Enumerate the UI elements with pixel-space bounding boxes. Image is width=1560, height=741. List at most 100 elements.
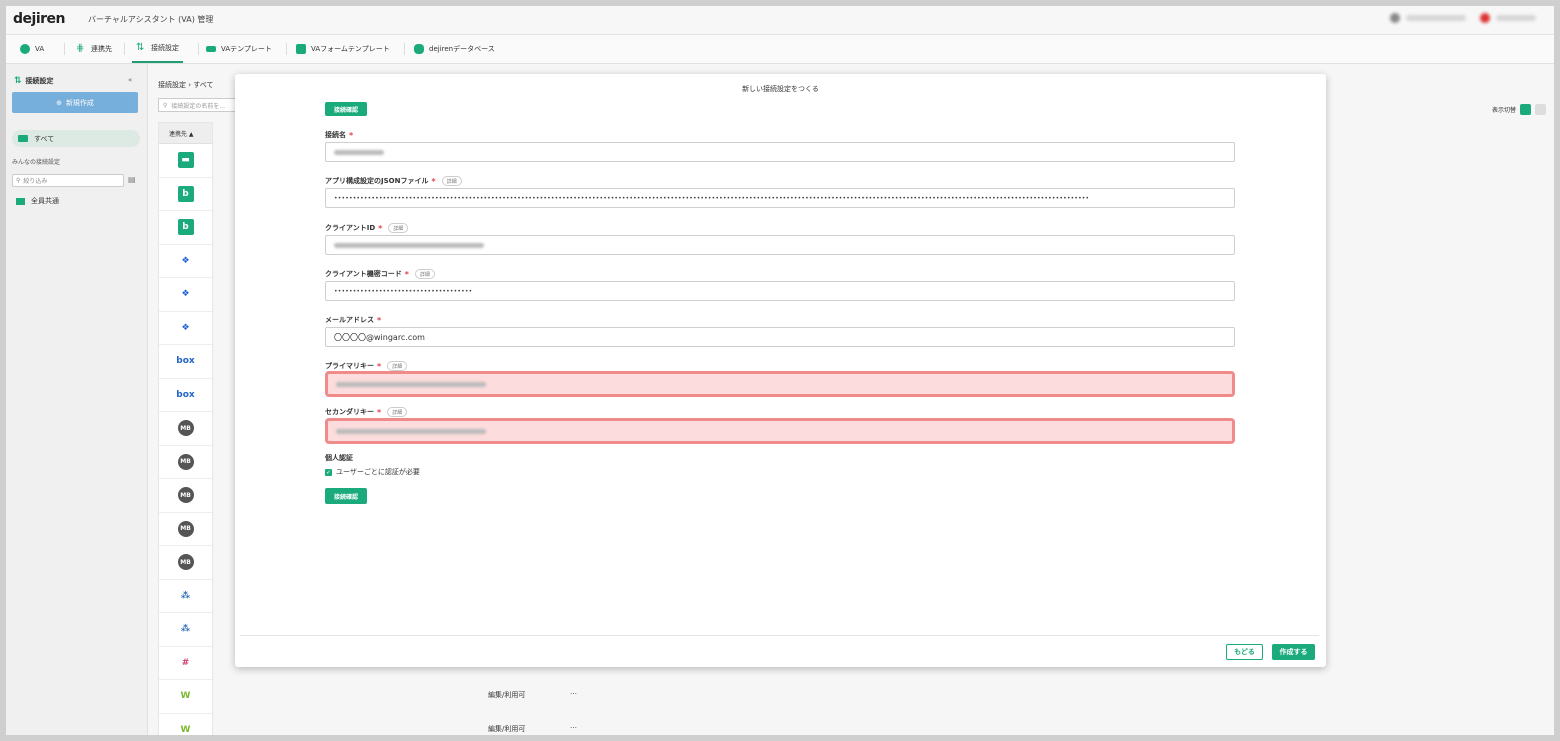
row-menu-icon[interactable]: … bbox=[570, 688, 577, 696]
user-menu[interactable] bbox=[1390, 12, 1540, 26]
sidebar-item-all[interactable]: すべて bbox=[12, 130, 140, 147]
link-icon: ⋕ bbox=[76, 43, 85, 54]
test-connection-button-top[interactable]: 接続確認 bbox=[325, 102, 367, 116]
tab-template-label: VAテンプレート bbox=[221, 45, 272, 53]
table-row[interactable]: ❖ bbox=[159, 312, 212, 345]
primary-key-label-text: プライマリキー bbox=[325, 362, 374, 370]
chat-icon: ▬ bbox=[177, 152, 194, 169]
search-icon: ⚲ bbox=[16, 177, 21, 184]
filter-folder-icon[interactable]: ▤ bbox=[128, 175, 136, 184]
new-button-label: 新規作成 bbox=[65, 98, 94, 107]
email-input[interactable]: 〇〇〇〇@wingarc.com bbox=[325, 327, 1235, 347]
test-connection-button[interactable]: 接続確認 bbox=[325, 488, 367, 504]
detail-link[interactable]: 詳細 bbox=[388, 223, 409, 233]
per-user-auth-checkbox-row[interactable]: ✓ ユーザーごとに認証が必要 bbox=[325, 467, 420, 477]
app-header: dejiren バーチャルアシスタント (VA) 管理 bbox=[6, 6, 1554, 35]
tab-database[interactable]: dejirenデータベース bbox=[414, 35, 495, 63]
json-label-text: アプリ構成設定のJSONファイル bbox=[325, 177, 429, 185]
sidebar: ⇅ 接続設定 « ⊕ 新規作成 すべて みんなの接続設定 ⚲ 絞り込み ▤ 全員… bbox=[6, 64, 148, 735]
w-icon: W bbox=[180, 691, 191, 702]
table-row[interactable]: ▬ bbox=[159, 144, 212, 178]
detail-link[interactable]: 詳細 bbox=[387, 361, 408, 371]
column-header[interactable]: 連携先 ▲ bbox=[159, 123, 212, 144]
client-id-label-text: クライアントID bbox=[325, 224, 376, 232]
mb-icon: MB bbox=[177, 487, 194, 504]
dropbox-icon: ❖ bbox=[181, 322, 190, 333]
back-button[interactable]: もどる bbox=[1226, 644, 1263, 660]
box-icon: box bbox=[176, 356, 195, 367]
b-icon: b bbox=[177, 219, 194, 236]
row-permission: 編集/利用可 bbox=[488, 725, 526, 733]
table-row[interactable]: ❖ bbox=[159, 278, 212, 312]
table-row[interactable]: W bbox=[159, 714, 212, 736]
tab-connection-label: 接続設定 bbox=[151, 44, 179, 52]
sidebar-item-common-label: 全員共通 bbox=[31, 197, 59, 205]
table-row[interactable]: MB bbox=[159, 546, 212, 580]
detail-link[interactable]: 詳細 bbox=[387, 407, 408, 417]
filter-input[interactable]: ⚲ 絞り込み bbox=[12, 174, 124, 187]
main-nav: VA ⋕ 連携先 ⇅ 接続設定 VAテンプレート VAフォームテンプレート de… bbox=[6, 35, 1554, 64]
primary-key-input[interactable] bbox=[325, 371, 1235, 397]
table-row[interactable]: # bbox=[159, 647, 212, 680]
json-value: ••••••••••••••••••••••••••••••••••••••••… bbox=[334, 194, 1090, 202]
auth-section-label: 個人認証 bbox=[325, 454, 353, 462]
table-row[interactable]: box bbox=[159, 345, 212, 379]
row-menu-icon[interactable]: … bbox=[570, 722, 577, 730]
w-icon: W bbox=[180, 724, 191, 735]
masked-value bbox=[334, 242, 484, 248]
tab-template[interactable]: VAテンプレート bbox=[206, 35, 272, 63]
mb-icon: MB bbox=[177, 520, 194, 537]
tab-link[interactable]: ⋕ 連携先 bbox=[76, 35, 112, 63]
view-toggle-label: 表示切替 bbox=[1491, 107, 1516, 114]
client-id-input[interactable] bbox=[325, 235, 1235, 255]
app-title: バーチャルアシスタント (VA) 管理 bbox=[88, 15, 214, 24]
client-secret-input[interactable]: ••••••••••••••••••••••••••••••••••••• bbox=[325, 281, 1235, 301]
plus-icon: ⊕ bbox=[56, 98, 62, 107]
table-row[interactable]: MB bbox=[159, 513, 212, 546]
table-row[interactable]: W bbox=[159, 680, 212, 714]
tab-va-label: VA bbox=[35, 45, 45, 53]
grid-view-icon[interactable] bbox=[1535, 104, 1546, 115]
table-row[interactable]: MB bbox=[159, 412, 212, 446]
table-row[interactable]: ⁂ bbox=[159, 580, 212, 613]
create-connection-dialog: 新しい接続設定をつくる 接続確認 接続名 * アプリ構成設定のJSONファイル * … bbox=[235, 74, 1326, 667]
connection-table: 連携先 ▲ ▬ b b ❖ ❖ ❖ box box MB MB MB MB MB ⁂ ⁂ # W W bbox=[158, 122, 213, 735]
table-row[interactable]: ❖ bbox=[159, 245, 212, 278]
new-connection-button[interactable]: ⊕ 新規作成 bbox=[12, 92, 138, 113]
table-row[interactable]: MB bbox=[159, 446, 212, 479]
connection-icon: ⇅ bbox=[136, 42, 145, 53]
collapse-icon[interactable]: « bbox=[128, 76, 132, 84]
table-row[interactable]: MB bbox=[159, 479, 212, 513]
required-mark: * bbox=[431, 176, 436, 186]
tab-connection[interactable]: ⇅ 接続設定 bbox=[132, 35, 183, 63]
table-row[interactable]: b bbox=[159, 211, 212, 245]
name-input[interactable] bbox=[325, 142, 1235, 162]
checkbox-checked-icon[interactable]: ✓ bbox=[325, 468, 332, 476]
va-icon bbox=[20, 44, 30, 54]
client-id-label: クライアントID * 詳細 bbox=[325, 223, 409, 233]
per-user-auth-label: ユーザーごとに認証が必要 bbox=[336, 468, 420, 476]
required-mark: * bbox=[349, 130, 354, 140]
detail-link[interactable]: 詳細 bbox=[414, 269, 435, 279]
name-label: 接続名 * bbox=[325, 130, 353, 140]
sidebar-title: ⇅ 接続設定 bbox=[14, 76, 54, 86]
masked-value bbox=[336, 381, 486, 387]
detail-link[interactable]: 詳細 bbox=[441, 176, 462, 186]
json-file-input[interactable]: ••••••••••••••••••••••••••••••••••••••••… bbox=[325, 188, 1235, 208]
mb-icon: MB bbox=[177, 453, 194, 470]
b-icon: b bbox=[177, 185, 194, 202]
masked-value bbox=[336, 428, 486, 434]
tab-form-template[interactable]: VAフォームテンプレート bbox=[296, 35, 390, 63]
form-template-icon bbox=[296, 44, 306, 54]
table-row[interactable]: b bbox=[159, 178, 212, 211]
list-view-icon[interactable] bbox=[1520, 104, 1531, 115]
dropbox-icon: ❖ bbox=[181, 289, 190, 300]
create-button[interactable]: 作成する bbox=[1272, 644, 1315, 660]
sidebar-item-common[interactable]: 全員共通 bbox=[16, 196, 59, 206]
secondary-key-input[interactable] bbox=[325, 418, 1235, 444]
tab-va[interactable]: VA bbox=[20, 35, 44, 63]
table-row[interactable]: ⁂ bbox=[159, 613, 212, 647]
folder-icon bbox=[18, 135, 28, 142]
table-row[interactable]: box bbox=[159, 379, 212, 412]
tab-database-label: dejirenデータベース bbox=[429, 45, 495, 53]
